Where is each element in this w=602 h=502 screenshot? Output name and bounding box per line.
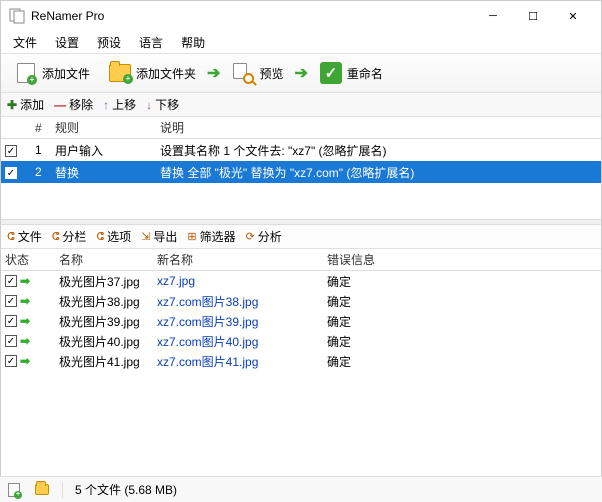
options-menu[interactable]: ⵛ选项: [96, 228, 131, 245]
file-error: 确定: [323, 293, 601, 310]
rule-number: 1: [31, 143, 51, 157]
app-icon: [9, 8, 25, 24]
arrow-icon: ➡: [20, 274, 30, 288]
add-files-label: 添加文件: [42, 65, 90, 82]
rule-type: 替换: [51, 164, 156, 181]
add-rule-button[interactable]: ✚添加: [7, 96, 44, 113]
col-newname[interactable]: 新名称: [153, 251, 283, 268]
files-list: ✓➡极光图片37.jpgxz7.jpg确定✓➡极光图片38.jpgxz7.com…: [1, 271, 601, 451]
arrow-icon: ➡: [20, 294, 30, 308]
filter-menu[interactable]: ⊞筛选器: [187, 228, 235, 245]
col-error[interactable]: 错误信息: [323, 251, 601, 268]
remove-rule-button[interactable]: —移除: [54, 96, 93, 113]
rename-label: 重命名: [347, 65, 383, 82]
rule-desc: 设置其名称 1 个文件去: "xz7" (忽略扩展名): [156, 142, 601, 159]
rule-checkbox[interactable]: ✓: [5, 145, 17, 157]
status-summary: 5 个文件 (5.68 MB): [75, 481, 177, 498]
preview-button[interactable]: 预览: [224, 58, 290, 88]
menu-presets[interactable]: 预设: [89, 32, 129, 53]
file-name: 极光图片39.jpg: [55, 313, 153, 330]
file-checkbox[interactable]: ✓: [5, 335, 17, 347]
add-files-icon: +: [14, 61, 38, 85]
file-name: 极光图片37.jpg: [55, 273, 153, 290]
rule-row[interactable]: ✓ 1用户输入设置其名称 1 个文件去: "xz7" (忽略扩展名): [1, 139, 601, 161]
preview-label: 预览: [259, 65, 283, 82]
file-newname: xz7.jpg: [153, 274, 283, 288]
col-name[interactable]: 名称: [55, 251, 153, 268]
add-folder-status-icon[interactable]: [34, 482, 50, 498]
rules-toolbar: ✚添加 —移除 ↑上移 ↓下移: [1, 93, 601, 117]
arrow-icon: ➡: [20, 354, 30, 368]
move-up-button[interactable]: ↑上移: [103, 96, 136, 113]
rename-icon: ✓: [319, 61, 343, 85]
rename-button[interactable]: ✓ 重命名: [312, 58, 390, 88]
columns-menu[interactable]: ⵛ分栏: [52, 228, 87, 245]
rules-header: # 规则 说明: [1, 117, 601, 139]
close-button[interactable]: ✕: [553, 1, 593, 31]
file-checkbox[interactable]: ✓: [5, 315, 17, 327]
arrow-icon: ➔: [207, 63, 220, 83]
file-name: 极光图片40.jpg: [55, 333, 153, 350]
export-menu[interactable]: ⇲导出: [141, 228, 177, 245]
menu-help[interactable]: 帮助: [173, 32, 213, 53]
files-header: 状态 名称 新名称 错误信息: [1, 249, 601, 271]
file-error: 确定: [323, 333, 601, 350]
menu-file[interactable]: 文件: [5, 32, 45, 53]
rule-number: 2: [31, 165, 51, 179]
col-number[interactable]: #: [31, 121, 51, 135]
window-title: ReNamer Pro: [31, 9, 473, 23]
rule-type: 用户输入: [51, 142, 156, 159]
file-newname: xz7.com图片38.jpg: [153, 293, 283, 310]
file-row[interactable]: ✓➡ 极光图片38.jpgxz7.com图片38.jpg 确定: [1, 291, 601, 311]
rule-checkbox[interactable]: ✓: [5, 167, 17, 179]
move-down-button[interactable]: ↓下移: [146, 96, 179, 113]
file-name: 极光图片41.jpg: [55, 353, 153, 370]
col-rule-type[interactable]: 规则: [51, 119, 156, 136]
file-row[interactable]: ✓➡ 极光图片41.jpgxz7.com图片41.jpg 确定: [1, 351, 601, 371]
add-files-button[interactable]: + 添加文件: [7, 58, 97, 88]
statusbar: + 5 个文件 (5.68 MB): [0, 476, 602, 502]
rule-desc: 替换 全部 "极光" 替换为 "xz7.com" (忽略扩展名): [156, 164, 601, 181]
menu-language[interactable]: 语言: [131, 32, 171, 53]
maximize-button[interactable]: ☐: [513, 1, 553, 31]
arrow-icon: ➔: [294, 63, 307, 83]
col-status[interactable]: 状态: [1, 251, 55, 268]
file-row[interactable]: ✓➡ 极光图片39.jpgxz7.com图片39.jpg 确定: [1, 311, 601, 331]
menu-settings[interactable]: 设置: [47, 32, 87, 53]
file-checkbox[interactable]: ✓: [5, 275, 17, 287]
main-toolbar: + 添加文件 + 添加文件夹 ➔ 预览 ➔ ✓ 重命名: [1, 53, 601, 93]
rules-list: ✓ 1用户输入设置其名称 1 个文件去: "xz7" (忽略扩展名) ✓ 2替换替换 …: [1, 139, 601, 219]
file-checkbox[interactable]: ✓: [5, 355, 17, 367]
file-newname: xz7.com图片39.jpg: [153, 313, 283, 330]
minimize-button[interactable]: ─: [473, 1, 513, 31]
analyze-menu[interactable]: ⟳分析: [246, 228, 282, 245]
col-description[interactable]: 说明: [156, 119, 601, 136]
file-error: 确定: [323, 273, 601, 290]
menubar: 文件 设置 预设 语言 帮助: [1, 31, 601, 53]
rule-row[interactable]: ✓ 2替换替换 全部 "极光" 替换为 "xz7.com" (忽略扩展名): [1, 161, 601, 183]
file-error: 确定: [323, 313, 601, 330]
add-file-status-icon[interactable]: +: [6, 482, 22, 498]
file-newname: xz7.com图片40.jpg: [153, 333, 283, 350]
add-folder-label: 添加文件夹: [136, 65, 196, 82]
titlebar: ReNamer Pro ─ ☐ ✕: [1, 1, 601, 31]
preview-icon: [231, 61, 255, 85]
arrow-icon: ➡: [20, 334, 30, 348]
files-toolbar: ⵛ文件 ⵛ分栏 ⵛ选项 ⇲导出 ⊞筛选器 ⟳分析: [1, 225, 601, 249]
file-error: 确定: [323, 353, 601, 370]
file-checkbox[interactable]: ✓: [5, 295, 17, 307]
add-folder-button[interactable]: + 添加文件夹: [101, 58, 203, 88]
file-row[interactable]: ✓➡ 极光图片40.jpgxz7.com图片40.jpg 确定: [1, 331, 601, 351]
file-name: 极光图片38.jpg: [55, 293, 153, 310]
files-menu[interactable]: ⵛ文件: [7, 228, 42, 245]
file-row[interactable]: ✓➡ 极光图片37.jpgxz7.jpg 确定: [1, 271, 601, 291]
arrow-icon: ➡: [20, 314, 30, 328]
file-newname: xz7.com图片41.jpg: [153, 353, 283, 370]
add-folder-icon: +: [108, 61, 132, 85]
